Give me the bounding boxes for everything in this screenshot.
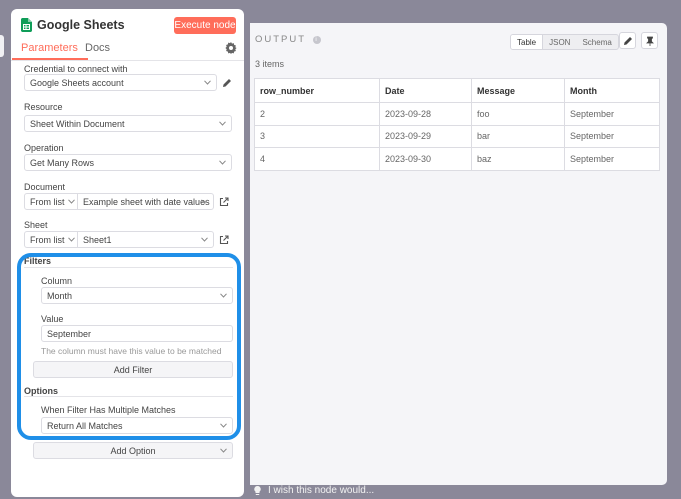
add-option-button[interactable]: Add Option bbox=[33, 442, 233, 459]
item-count: 3 items bbox=[255, 59, 285, 69]
sheet-label: Sheet bbox=[24, 220, 48, 230]
multiple-matches-value: Return All Matches bbox=[47, 420, 123, 431]
table-cell: 2023-09-29 bbox=[379, 124, 472, 148]
pencil-icon bbox=[623, 36, 632, 45]
table-cell: 2 bbox=[254, 102, 380, 126]
table-header-row: row_number Date Message Month bbox=[254, 78, 660, 103]
lightbulb-icon bbox=[254, 485, 261, 495]
chevron-down-icon bbox=[220, 423, 227, 428]
column-header: Date bbox=[379, 78, 472, 103]
canvas-edge bbox=[0, 35, 4, 57]
filters-title: Filters bbox=[24, 256, 52, 266]
tab-docs[interactable]: Docs bbox=[85, 42, 110, 54]
pin-output-button[interactable] bbox=[641, 32, 658, 49]
filter-value-input[interactable]: September bbox=[41, 325, 233, 342]
panel-tabs: Parameters Docs bbox=[11, 39, 244, 61]
table-cell: bar bbox=[471, 124, 565, 148]
document-select[interactable]: From list Example sheet with date values bbox=[24, 193, 214, 210]
sheet-select[interactable]: From list Sheet1 bbox=[24, 231, 214, 248]
output-title: OUTPUT bbox=[255, 34, 307, 45]
filter-column-select[interactable]: Month bbox=[41, 287, 233, 304]
resource-value: Sheet Within Document bbox=[30, 118, 125, 129]
filter-column-value: Month bbox=[47, 290, 73, 301]
output-panel: OUTPUT i Table JSON Schema 3 items row_n… bbox=[250, 23, 667, 485]
add-option-label: Add Option bbox=[110, 445, 156, 456]
node-title: Google Sheets bbox=[37, 18, 125, 32]
google-sheets-icon bbox=[21, 18, 32, 32]
options-title: Options bbox=[24, 386, 58, 396]
feedback-prompt[interactable]: I wish this node would... bbox=[253, 485, 374, 496]
execute-node-button[interactable]: Execute node bbox=[174, 17, 236, 34]
column-header: Month bbox=[564, 78, 660, 103]
table-cell: September bbox=[564, 102, 660, 126]
filter-value-text: September bbox=[47, 328, 92, 339]
operation-value: Get Many Rows bbox=[30, 157, 95, 168]
chevron-down-icon bbox=[219, 160, 226, 165]
table-cell: 4 bbox=[254, 147, 380, 171]
select-divider bbox=[77, 194, 78, 209]
options-divider bbox=[24, 396, 233, 397]
column-header: row_number bbox=[254, 78, 380, 103]
table-cell: foo bbox=[471, 102, 565, 126]
resource-label: Resource bbox=[24, 102, 63, 112]
chevron-down-icon bbox=[204, 80, 211, 85]
view-schema[interactable]: Schema bbox=[576, 35, 617, 49]
credential-label: Credential to connect with bbox=[24, 64, 128, 74]
chevron-down-icon bbox=[68, 237, 75, 242]
output-table: row_number Date Message Month 2 2023-09-… bbox=[254, 78, 660, 171]
filters-divider bbox=[24, 267, 233, 268]
filter-value-hint: The column must have this value to be ma… bbox=[41, 346, 222, 356]
document-value: Example sheet with date values bbox=[83, 196, 210, 207]
tab-parameters[interactable]: Parameters bbox=[12, 42, 88, 60]
external-link-icon[interactable] bbox=[219, 235, 229, 245]
table-cell: September bbox=[564, 124, 660, 148]
external-link-icon[interactable] bbox=[219, 197, 229, 207]
resource-select[interactable]: Sheet Within Document bbox=[24, 115, 232, 132]
table-cell: baz bbox=[471, 147, 565, 171]
filter-value-label: Value bbox=[41, 314, 64, 324]
chevron-down-icon bbox=[68, 199, 75, 204]
table-cell: 3 bbox=[254, 124, 380, 148]
output-header: OUTPUT i bbox=[255, 34, 322, 45]
view-switcher: Table JSON Schema bbox=[510, 34, 619, 50]
feedback-text: I wish this node would... bbox=[268, 485, 375, 496]
select-divider bbox=[77, 232, 78, 247]
document-label: Document bbox=[24, 182, 66, 192]
node-parameters-panel: Google Sheets Execute node Parameters Do… bbox=[11, 9, 244, 497]
pin-icon bbox=[645, 36, 654, 46]
edit-output-button[interactable] bbox=[619, 32, 636, 49]
operation-select[interactable]: Get Many Rows bbox=[24, 154, 232, 171]
sheet-value: Sheet1 bbox=[83, 234, 112, 245]
view-json[interactable]: JSON bbox=[543, 35, 576, 49]
gear-icon[interactable] bbox=[225, 42, 237, 54]
column-header: Message bbox=[471, 78, 565, 103]
table-cell: 2023-09-30 bbox=[379, 147, 472, 171]
pencil-icon[interactable] bbox=[222, 78, 232, 88]
table-row: 3 2023-09-29 bar September bbox=[254, 124, 660, 148]
filter-column-label: Column bbox=[41, 276, 73, 286]
chevron-down-icon bbox=[219, 121, 226, 126]
table-row: 4 2023-09-30 baz September bbox=[254, 147, 660, 171]
chevron-down-icon bbox=[220, 293, 227, 298]
view-table[interactable]: Table bbox=[511, 35, 544, 49]
info-icon[interactable]: i bbox=[313, 35, 322, 44]
document-mode[interactable]: From list bbox=[30, 197, 65, 207]
table-cell: 2023-09-28 bbox=[379, 102, 472, 126]
multiple-matches-select[interactable]: Return All Matches bbox=[41, 417, 233, 434]
chevron-down-icon bbox=[220, 448, 227, 453]
multiple-matches-label: When Filter Has Multiple Matches bbox=[41, 405, 176, 415]
table-cell: September bbox=[564, 147, 660, 171]
table-row: 2 2023-09-28 foo September bbox=[254, 102, 660, 126]
chevron-down-icon bbox=[201, 199, 208, 204]
sheet-mode[interactable]: From list bbox=[30, 235, 65, 245]
operation-label: Operation bbox=[24, 143, 64, 153]
chevron-down-icon bbox=[201, 237, 208, 242]
credential-select[interactable]: Google Sheets account bbox=[24, 74, 217, 91]
credential-value: Google Sheets account bbox=[30, 77, 124, 88]
add-filter-button[interactable]: Add Filter bbox=[33, 361, 233, 378]
